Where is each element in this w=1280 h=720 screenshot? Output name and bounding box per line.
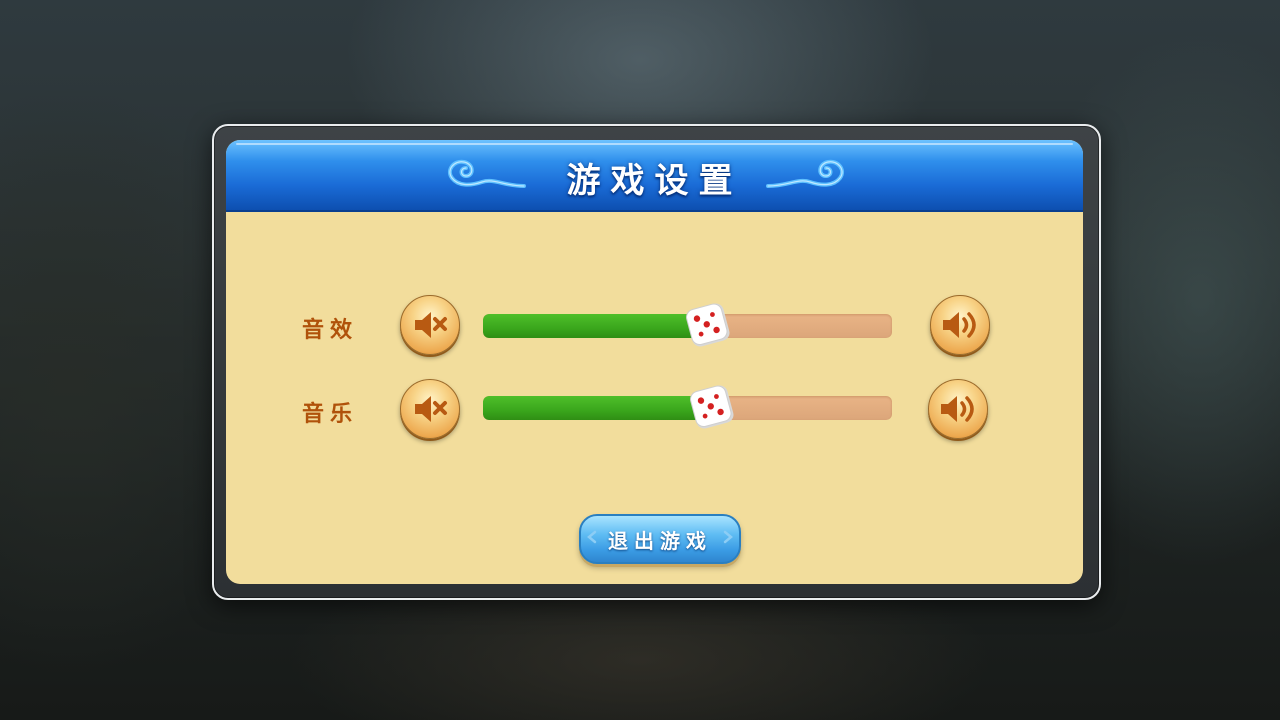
sound-effects-label: 音效: [302, 318, 359, 343]
music-mute-button[interactable]: [400, 379, 460, 439]
speaker-volume-icon: [943, 312, 976, 338]
dialog-header: 游戏设置: [226, 140, 1083, 212]
exit-game-button[interactable]: 退出游戏: [579, 514, 741, 564]
speaker-mute-icon: [415, 396, 447, 422]
settings-panel: 游戏设置 音效 音乐 退出游戏: [226, 140, 1083, 584]
music-volume-button[interactable]: [928, 379, 988, 439]
sound-effects-mute-button[interactable]: [400, 295, 460, 355]
sound-effects-slider-handle-dice-icon[interactable]: [683, 300, 733, 350]
music-slider-handle-dice-icon[interactable]: [687, 382, 737, 432]
speaker-mute-icon: [415, 312, 447, 338]
sound-effects-volume-button[interactable]: [930, 295, 990, 355]
cloud-swirl-icon: [766, 159, 845, 188]
sound-effects-slider-fill: [483, 314, 708, 338]
exit-game-label: 退出游戏: [608, 529, 712, 553]
dialog-title: 游戏设置: [566, 161, 743, 201]
speaker-volume-icon: [941, 396, 974, 422]
music-slider-fill: [483, 396, 713, 420]
arrow-right-decor-icon: [723, 530, 733, 544]
settings-dialog: 游戏设置 音效 音乐 退出游戏: [212, 124, 1101, 600]
music-label: 音乐: [302, 402, 359, 427]
